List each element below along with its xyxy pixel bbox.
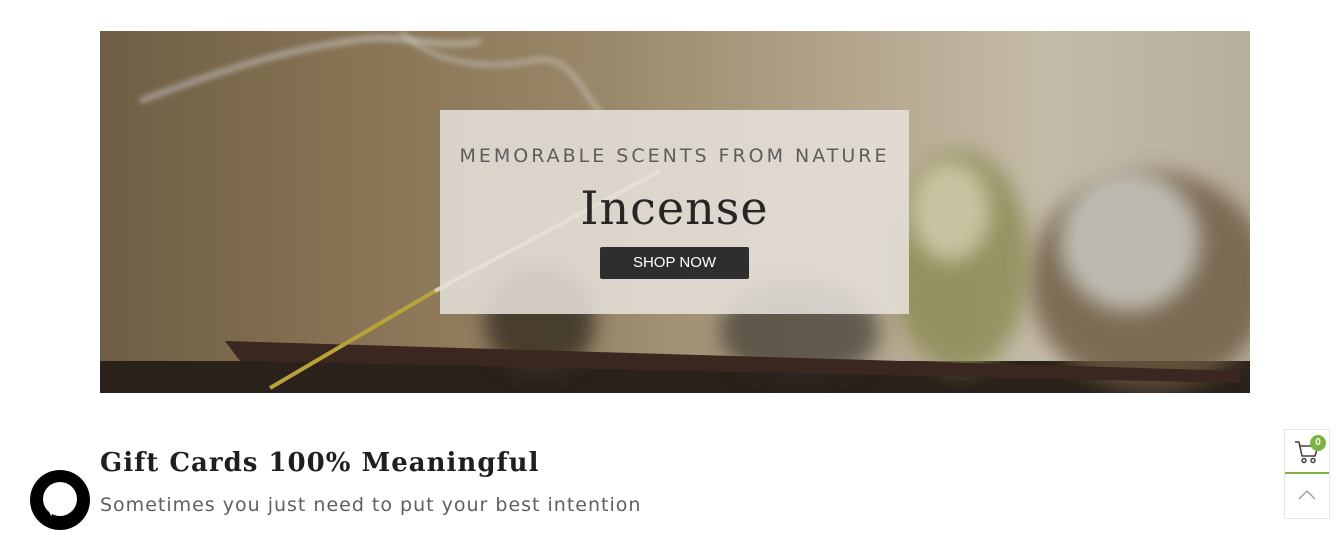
hero-kicker: MEMORABLE SCENTS FROM NATURE (459, 145, 890, 167)
shop-now-button[interactable]: SHOP NOW (600, 247, 749, 279)
chevron-up-icon (1298, 490, 1316, 500)
cart-button[interactable]: 0 (1285, 430, 1329, 474)
floating-side-widget: 0 (1284, 429, 1330, 519)
hero-caption-box: MEMORABLE SCENTS FROM NATURE Incense SHO… (440, 110, 909, 314)
scroll-to-top-button[interactable] (1285, 476, 1329, 518)
hero-banner[interactable]: MEMORABLE SCENTS FROM NATURE Incense SHO… (100, 31, 1250, 393)
gift-cards-title: Gift Cards 100% Meaningful (100, 448, 540, 478)
chat-launcher-button[interactable] (30, 470, 90, 530)
cart-count-badge: 0 (1310, 435, 1326, 451)
hero-title: Incense (580, 181, 769, 235)
gift-cards-subtitle: Sometimes you just need to put your best… (100, 494, 642, 516)
